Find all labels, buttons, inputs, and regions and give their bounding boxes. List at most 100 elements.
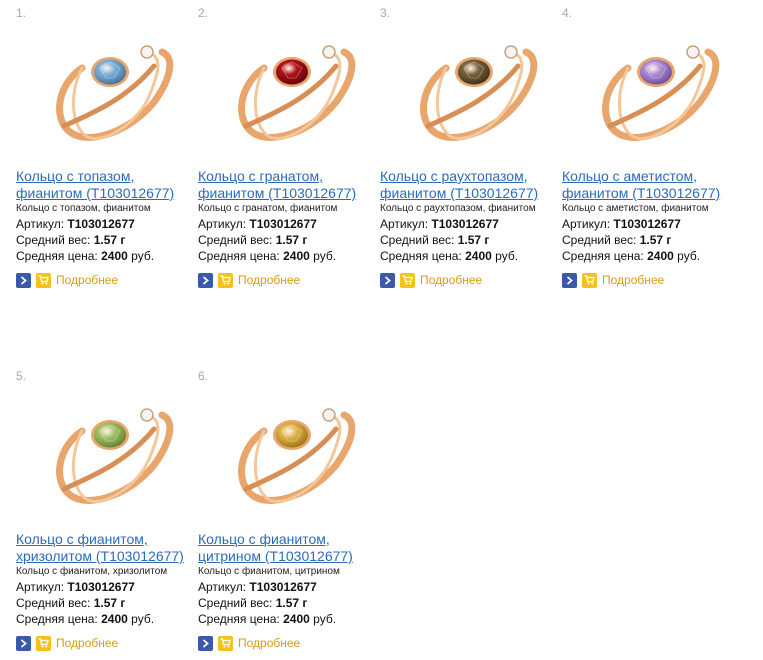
title-line-2: цитрином (T103012677) [198,548,353,564]
price-row: Средняя цена: 2400 руб. [562,249,700,263]
price-row: Средняя цена: 2400 руб. [198,612,336,626]
price-unit: руб. [677,249,701,263]
chevron-right-icon[interactable] [16,635,31,651]
weight-value: 1.57 г [275,596,308,610]
weight-value: 1.57 г [93,596,126,610]
gem-stone [94,59,126,85]
ring-photo[interactable] [30,377,180,519]
gem-stone [276,422,308,448]
title-line-2: фианитом (T103012677) [380,185,539,201]
gem-stone [276,59,308,85]
product-title-link[interactable]: Кольцо с гранатом, фианитом (T103012677) [198,168,376,202]
product-title-link[interactable]: Кольцо с фианитом, хризолитом (T10301267… [16,531,194,565]
weight-row: Средний вес: 1.57 г [380,233,489,247]
article-label: Артикул: [16,217,65,231]
weight-row: Средний вес: 1.57 г [198,596,307,610]
ring-photo[interactable] [212,377,362,519]
product-card: 4. Кольцо с аметистом, фианитом (T103012… [562,6,740,296]
card-actions: Подробнее [198,635,300,651]
price-row: Средняя цена: 2400 руб. [198,249,336,263]
product-card: 6. Кольцо с фианитом, цитрином (T1030126… [198,369,376,659]
product-title-link[interactable]: Кольцо с аметистом, фианитом (T103012677… [562,168,740,202]
weight-label: Средний вес: [16,596,91,610]
article-label: Артикул: [562,217,611,231]
gem-stone [640,59,672,85]
card-actions: Подробнее [380,272,482,288]
details-link[interactable]: Подробнее [238,636,300,650]
price-label: Средняя цена: [16,612,98,626]
details-link[interactable]: Подробнее [56,273,118,287]
cart-icon[interactable] [582,272,597,288]
article-value: T103012677 [249,580,317,594]
product-description: Кольцо с гранатом, фианитом [198,203,338,214]
price-label: Средняя цена: [198,249,280,263]
product-grid: 1. Кольцо с топазом, фианитом (T10301267… [0,0,763,660]
chevron-right-icon[interactable] [198,635,213,651]
title-line-2: фианитом (T103012677) [198,185,357,201]
price-row: Средняя цена: 2400 руб. [16,249,154,263]
product-description: Кольцо с раухтопазом, фианитом [380,203,536,214]
price-unit: руб. [313,612,337,626]
weight-row: Средний вес: 1.57 г [16,233,125,247]
product-title-link[interactable]: Кольцо с фианитом, цитрином (T103012677) [198,531,376,565]
product-card: 3. Кольцо с раухтопазом, фианитом (T1030… [380,6,558,296]
card-actions: Подробнее [16,635,118,651]
product-title-link[interactable]: Кольцо с топазом, фианитом (T103012677) [16,168,194,202]
product-description: Кольцо с аметистом, фианитом [562,203,709,214]
weight-label: Средний вес: [16,233,91,247]
title-line-2: фианитом (T103012677) [16,185,175,201]
price-row: Средняя цена: 2400 руб. [380,249,518,263]
price-label: Средняя цена: [562,249,644,263]
cart-icon[interactable] [218,272,233,288]
article-label: Артикул: [198,580,247,594]
title-line-1: Кольцо с фианитом, [198,531,330,547]
title-line-1: Кольцо с гранатом, [198,168,323,184]
details-link[interactable]: Подробнее [56,636,118,650]
article-value: T103012677 [431,217,499,231]
price-unit: руб. [131,249,155,263]
cart-icon[interactable] [400,272,415,288]
product-title-link[interactable]: Кольцо с раухтопазом, фианитом (T1030126… [380,168,558,202]
product-number: 3. [380,6,391,20]
article-row: Артикул: T103012677 [198,217,317,231]
ring-photo[interactable] [394,14,544,156]
cart-icon[interactable] [36,272,51,288]
ring-photo[interactable] [30,14,180,156]
chevron-right-icon[interactable] [198,272,213,288]
weight-row: Средний вес: 1.57 г [198,233,307,247]
title-line-1: Кольцо с аметистом, [562,168,698,184]
title-line-1: Кольцо с раухтопазом, [380,168,528,184]
article-row: Артикул: T103012677 [16,580,135,594]
ring-photo[interactable] [212,14,362,156]
price-label: Средняя цена: [380,249,462,263]
accent-stone [140,45,154,59]
details-link[interactable]: Подробнее [238,273,300,287]
title-line-2: фианитом (T103012677) [562,185,721,201]
product-number: 1. [16,6,27,20]
weight-value: 1.57 г [639,233,672,247]
weight-label: Средний вес: [198,596,273,610]
title-line-2: хризолитом (T103012677) [16,548,184,564]
cart-icon[interactable] [218,635,233,651]
price-unit: руб. [313,249,337,263]
ring-photo[interactable] [576,14,726,156]
product-card: 5. Кольцо с фианитом, хризолитом (T10301… [16,369,194,659]
card-actions: Подробнее [198,272,300,288]
gem-stone [458,59,490,85]
product-card: 2. Кольцо с гранатом, фианитом (T1030126… [198,6,376,296]
chevron-right-icon[interactable] [380,272,395,288]
cart-icon[interactable] [36,635,51,651]
details-link[interactable]: Подробнее [602,273,664,287]
price-row: Средняя цена: 2400 руб. [16,612,154,626]
weight-row: Средний вес: 1.57 г [562,233,671,247]
weight-row: Средний вес: 1.57 г [16,596,125,610]
chevron-right-icon[interactable] [16,272,31,288]
price-value: 2400 [283,612,310,626]
product-card: 1. Кольцо с топазом, фианитом (T10301267… [16,6,194,296]
price-value: 2400 [283,249,310,263]
card-actions: Подробнее [562,272,664,288]
gem-stone [94,422,126,448]
title-line-1: Кольцо с фианитом, [16,531,148,547]
details-link[interactable]: Подробнее [420,273,482,287]
chevron-right-icon[interactable] [562,272,577,288]
